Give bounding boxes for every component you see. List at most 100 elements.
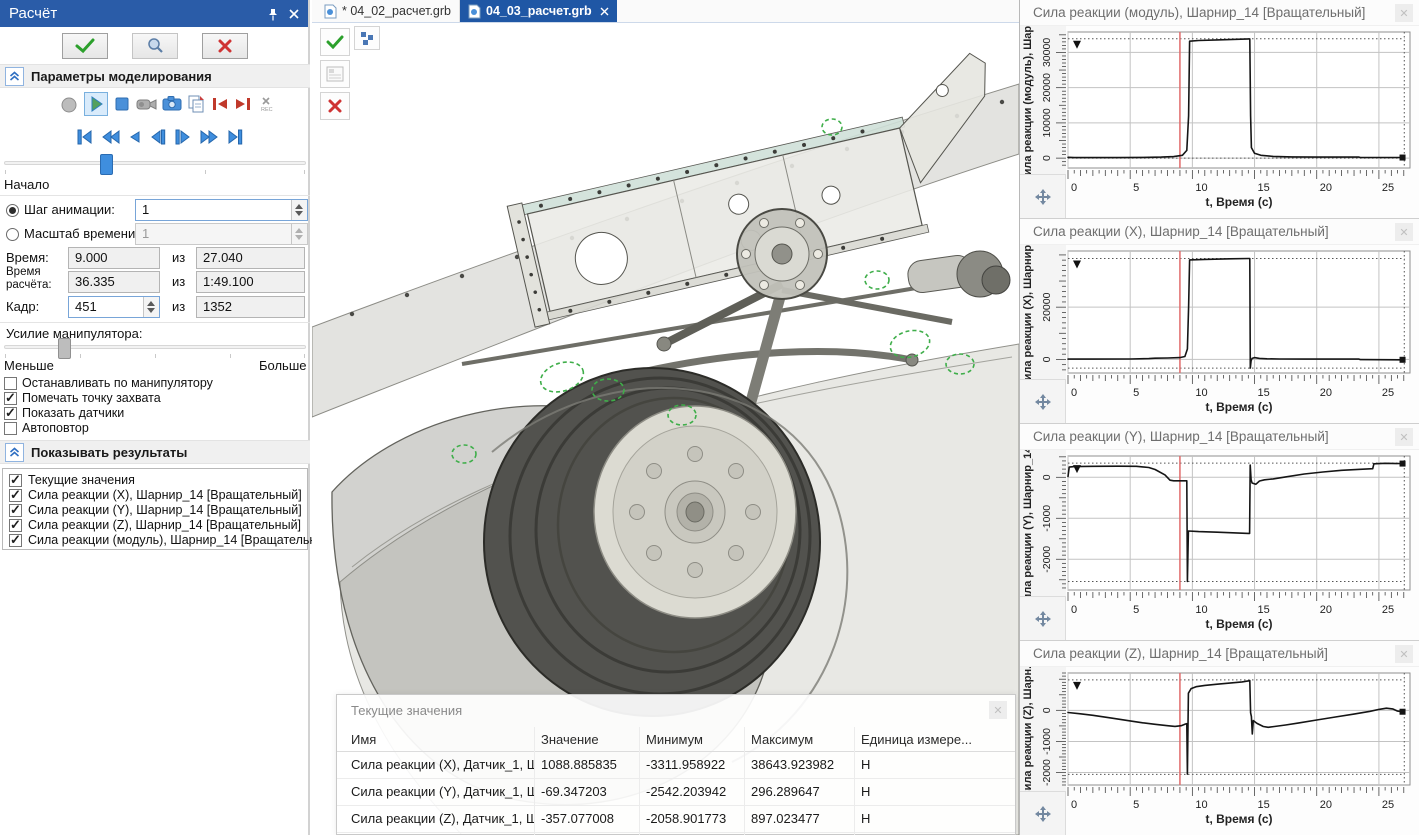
charts-column: Сила реакции (модуль), Шарнир_14 [Вращат…: [1019, 0, 1419, 835]
radio-animation-step[interactable]: [6, 204, 19, 217]
step-forward-button[interactable]: [174, 128, 192, 146]
document-icon: [324, 4, 337, 19]
step-back-button[interactable]: [149, 128, 167, 146]
frame-spinner[interactable]: [143, 297, 159, 317]
close-panel-icon[interactable]: [285, 5, 303, 23]
prev-frame-button[interactable]: [128, 128, 142, 146]
pin-icon[interactable]: [264, 5, 282, 23]
viewport-3d[interactable]: * 04_02_расчет.grb 04_03_расчет.grb: [312, 0, 1019, 835]
tab-document-2[interactable]: 04_03_расчет.grb: [460, 0, 617, 22]
close-chart-icon[interactable]: ✕: [1395, 4, 1413, 22]
svg-text:t, Время (с): t, Время (с): [1205, 400, 1272, 414]
effort-slider-handle[interactable]: [58, 338, 71, 359]
section-simulation-params[interactable]: Параметры моделирования: [0, 64, 310, 88]
panel-titlebar[interactable]: Расчёт: [0, 0, 308, 27]
cross-icon: [217, 38, 233, 54]
chart-header[interactable]: Сила реакции (Y), Шарнир_14 [Вращательны…: [1020, 424, 1419, 450]
close-chart-icon[interactable]: ✕: [1395, 645, 1413, 663]
rewind-button[interactable]: [101, 128, 121, 146]
results-list: Текущие значения Сила реакции (X), Шарни…: [2, 468, 308, 550]
collapse-icon[interactable]: [5, 67, 24, 86]
frame-input[interactable]: 451: [68, 296, 160, 318]
chart-pan-button[interactable]: [1020, 791, 1066, 835]
chart-plot-x[interactable]: 0510152025t, Время (с)020000Сила реакции…: [1020, 245, 1419, 423]
to-start-button[interactable]: [212, 96, 229, 117]
step-input[interactable]: 1: [135, 199, 308, 221]
chart-pan-button[interactable]: [1020, 596, 1066, 640]
copy-icon: [188, 95, 205, 113]
time-total-box: 27.040: [196, 247, 305, 269]
calc-time-label-1: Время: [6, 266, 41, 278]
scale-value: 1: [142, 226, 149, 241]
chart-pan-button[interactable]: [1020, 174, 1066, 218]
close-tab-icon[interactable]: [600, 7, 609, 16]
svg-text:t, Время (с): t, Время (с): [1205, 617, 1272, 631]
chart-header[interactable]: Сила реакции (X), Шарнир_14 [Вращательны…: [1020, 219, 1419, 245]
svg-text:25: 25: [1382, 387, 1394, 399]
close-chart-icon[interactable]: ✕: [1395, 428, 1413, 446]
checkbox[interactable]: [4, 392, 17, 405]
section-show-results[interactable]: Показывать результаты: [0, 440, 310, 464]
stop-button[interactable]: [114, 96, 130, 117]
chart-header[interactable]: Сила реакции (модуль), Шарнир_14 [Вращат…: [1020, 0, 1419, 26]
values-panel-title: Текущие значения: [351, 703, 462, 718]
snapshot-button[interactable]: [162, 96, 182, 116]
to-end-button[interactable]: [234, 96, 251, 117]
rec-x-icon: REC: [258, 96, 276, 114]
preview-button[interactable]: [132, 33, 178, 59]
checkbox[interactable]: [4, 377, 17, 390]
timeline-slider-handle[interactable]: [100, 154, 113, 175]
values-table-row[interactable]: Сила реакции (Y), Датчик_1, Шарнир_1...-…: [337, 778, 1015, 806]
record-button[interactable]: [60, 94, 78, 121]
values-table-row[interactable]: Сила реакции (Z), Датчик_1, Шарнир_1...-…: [337, 805, 1015, 833]
of-label-2: из: [172, 274, 185, 289]
close-values-panel-icon[interactable]: ✕: [989, 701, 1007, 719]
chart-plot-module[interactable]: 0510152025t, Время (с)0100002000030000Си…: [1020, 26, 1419, 218]
svg-text:10: 10: [1195, 604, 1207, 616]
radio-time-scale[interactable]: [6, 228, 19, 241]
checkbox[interactable]: [4, 407, 17, 420]
svg-text:15: 15: [1258, 387, 1270, 399]
close-chart-icon[interactable]: ✕: [1395, 223, 1413, 241]
svg-text:20000: 20000: [1041, 73, 1053, 102]
calc-time-value-box: 36.335: [68, 271, 160, 293]
svg-text:20: 20: [1320, 182, 1332, 194]
effort-slider[interactable]: [4, 345, 306, 349]
calculation-panel: Расчёт Параметры моделирования: [0, 0, 310, 835]
svg-text:-2000: -2000: [1041, 546, 1053, 573]
of-label-1: из: [172, 250, 185, 265]
checkbox[interactable]: [9, 474, 22, 487]
scale-input[interactable]: 1: [135, 223, 308, 245]
record-video-button[interactable]: [136, 97, 158, 116]
skip-last-button[interactable]: [226, 128, 244, 146]
chart-header[interactable]: Сила реакции (Z), Шарнир_14 [Вращательны…: [1020, 641, 1419, 667]
chart-plot-y[interactable]: 0510152025t, Время (с)-2000-10000Сила ре…: [1020, 450, 1419, 640]
checkbox[interactable]: [4, 422, 17, 435]
collapse-icon[interactable]: [5, 443, 24, 462]
stop-record-button[interactable]: REC: [258, 96, 276, 119]
checkbox[interactable]: [9, 504, 22, 517]
chart-pan-button[interactable]: [1020, 379, 1066, 423]
cancel-button[interactable]: [202, 33, 248, 59]
current-values-panel[interactable]: Текущие значения ✕ Имя Значение Минимум …: [336, 694, 1016, 835]
checkbox[interactable]: [9, 519, 22, 532]
checkbox[interactable]: [9, 489, 22, 502]
chart-panel-y: Сила реакции (Y), Шарнир_14 [Вращательны…: [1020, 423, 1419, 640]
copy-frames-button[interactable]: [188, 95, 205, 118]
video-camera-icon: [136, 97, 158, 111]
tab-document-1[interactable]: * 04_02_расчет.grb: [316, 0, 460, 22]
scale-spinner[interactable]: [291, 224, 307, 244]
apply-button[interactable]: [62, 33, 108, 59]
values-table-row[interactable]: Сила реакции (X), Датчик_1, Шарнир_1...1…: [337, 751, 1015, 779]
checkbox[interactable]: [9, 534, 22, 547]
step-spinner[interactable]: [291, 200, 307, 220]
chart-plot-z[interactable]: 0510152025t, Время (с)-2000-10000Сила ре…: [1020, 667, 1419, 835]
play-button[interactable]: [84, 92, 108, 116]
svg-text:10: 10: [1195, 387, 1207, 399]
time-value-box: 9.000: [68, 247, 160, 269]
timeline-slider[interactable]: [4, 161, 306, 165]
skip-first-button[interactable]: [76, 128, 94, 146]
document-tabbar: * 04_02_расчет.grb 04_03_расчет.grb: [312, 0, 1019, 23]
svg-text:15: 15: [1258, 799, 1270, 811]
fast-forward-button[interactable]: [199, 128, 219, 146]
